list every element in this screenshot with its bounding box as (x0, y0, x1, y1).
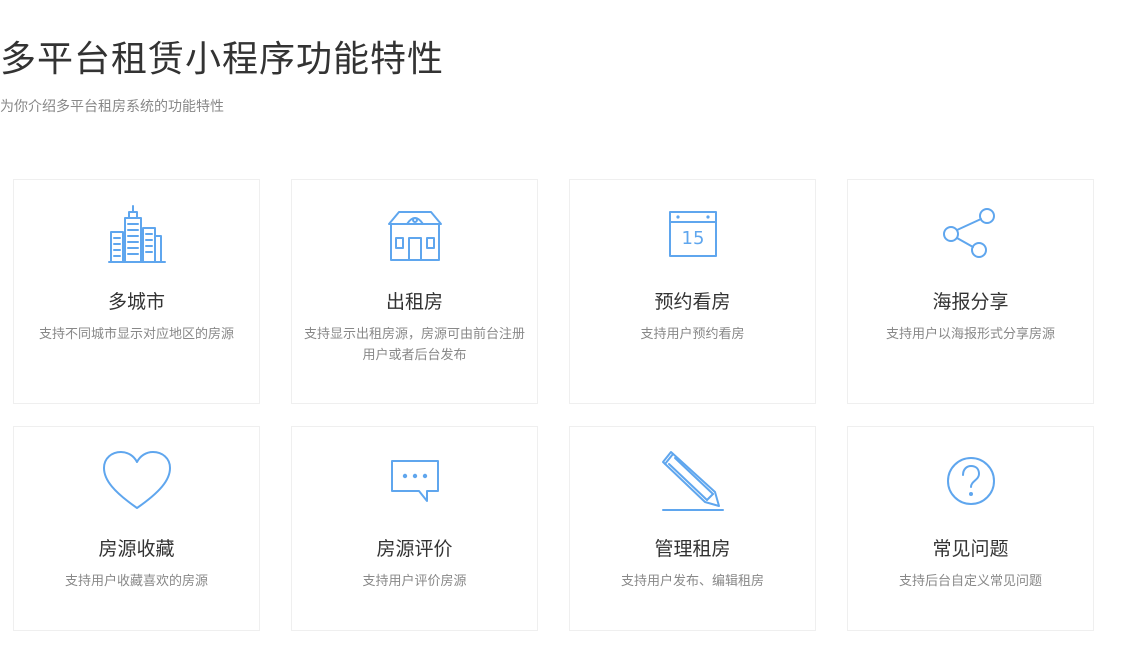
features-page: 多平台租赁小程序功能特性 为你介绍多平台租房系统的功能特性 多城市 支持不同城市… (0, 0, 1123, 669)
heart-icon (102, 451, 171, 509)
feature-desc: 支持后台自定义常见问题 (898, 574, 1042, 589)
feature-desc: 支持用户收藏喜欢的房源 (64, 574, 208, 589)
page-subtitle: 为你介绍多平台租房系统的功能特性 (0, 99, 224, 115)
city-buildings-icon (107, 205, 166, 263)
feature-name: 常见问题 (932, 538, 1009, 560)
feature-name: 房源收藏 (98, 538, 175, 560)
feature-desc: 支持用户以海报形式分享房源 (885, 327, 1055, 342)
feature-card-book-viewing[interactable]: 15 预约看房 支持用户预约看房 (569, 179, 816, 404)
feature-card-manage-rentals[interactable]: 管理租房 支持用户发布、编辑租房 (569, 426, 816, 631)
feature-desc: 支持显示出租房源，房源可由前台注册用户或者后台发布 (303, 327, 525, 363)
calendar-day: 15 (681, 228, 704, 249)
calendar-icon: 15 (668, 211, 717, 257)
feature-card-poster-share[interactable]: 海报分享 支持用户以海报形式分享房源 (847, 179, 1094, 404)
feature-card-multi-city[interactable]: 多城市 支持不同城市显示对应地区的房源 (13, 179, 260, 404)
feature-name: 多城市 (107, 291, 165, 313)
house-icon (387, 211, 442, 261)
feature-name: 房源评价 (376, 538, 453, 560)
feature-name: 预约看房 (654, 291, 731, 313)
feature-desc: 支持用户发布、编辑租房 (620, 574, 764, 589)
feature-card-reviews[interactable]: 房源评价 支持用户评价房源 (291, 426, 538, 631)
page-title: 多平台租赁小程序功能特性 (0, 39, 445, 80)
feature-name: 出租房 (385, 291, 443, 313)
question-icon (946, 457, 995, 505)
feature-desc: 支持不同城市显示对应地区的房源 (38, 327, 234, 342)
feature-card-rental-house[interactable]: 出租房 支持显示出租房源，房源可由前台注册用户或者后台发布 (291, 179, 538, 404)
pencil-icon (661, 451, 724, 511)
feature-card-favorites[interactable]: 房源收藏 支持用户收藏喜欢的房源 (13, 426, 260, 631)
chat-bubble-icon (390, 460, 439, 502)
feature-desc: 支持用户评价房源 (362, 574, 467, 589)
share-icon (942, 208, 995, 258)
feature-card-faq[interactable]: 常见问题 支持后台自定义常见问题 (847, 426, 1094, 631)
feature-name: 海报分享 (932, 291, 1009, 313)
feature-desc: 支持用户预约看房 (640, 327, 745, 342)
feature-name: 管理租房 (654, 538, 731, 560)
